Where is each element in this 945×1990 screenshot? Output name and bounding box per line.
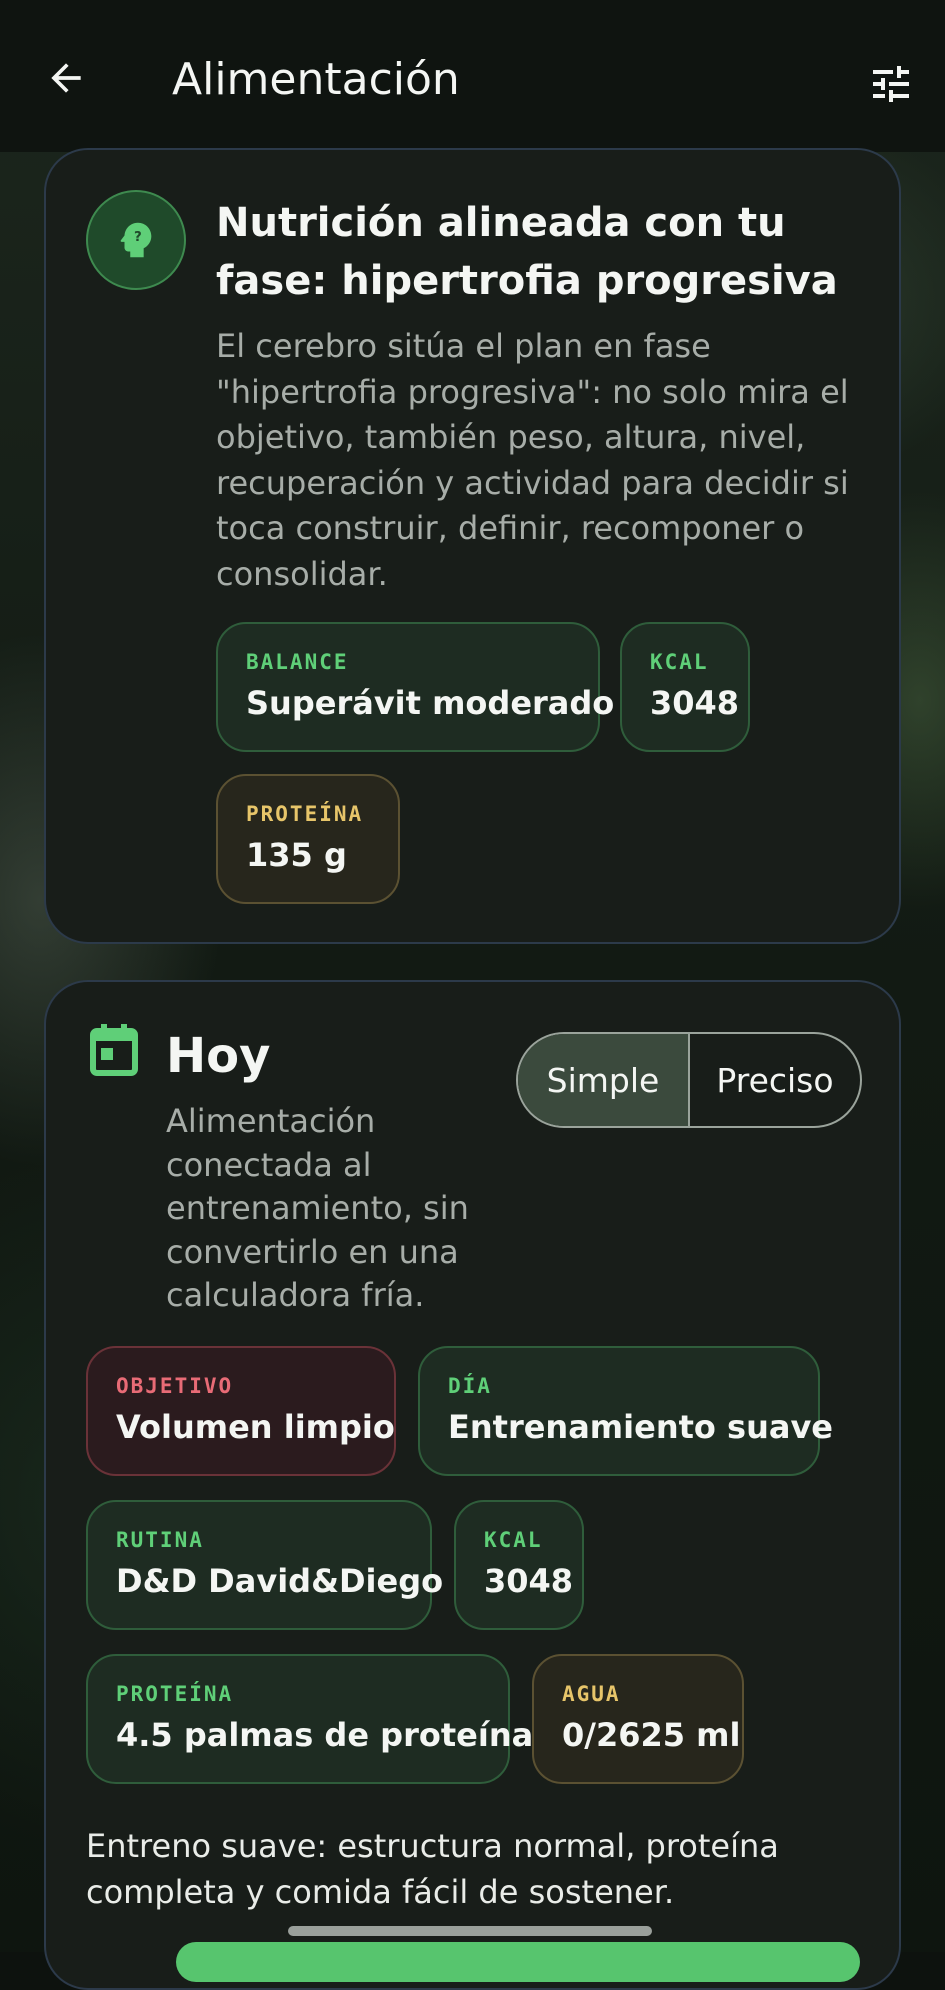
chip-label: DÍA	[448, 1374, 492, 1398]
protein-chip: PROTEÍNA 135 g	[216, 774, 400, 904]
chip-label: BALANCE	[246, 650, 349, 674]
chip-label: OBJETIVO	[116, 1374, 234, 1398]
chip-label: RUTINA	[116, 1528, 204, 1552]
water-chip[interactable]: AGUA 0/2625 ml	[532, 1654, 744, 1784]
mode-simple-option[interactable]: Simple	[518, 1034, 690, 1126]
primary-action-button[interactable]	[176, 1942, 860, 1982]
phase-title: Nutrición alineada con tu fase: hipertro…	[216, 200, 838, 304]
today-description: Alimentación conectada al entrenamiento,…	[166, 1102, 469, 1314]
chip-value: 3048	[484, 1562, 574, 1600]
mode-toggle: Simple Preciso	[516, 1032, 862, 1128]
back-button[interactable]	[38, 50, 94, 106]
chip-value: 3048	[650, 684, 740, 722]
chip-value: 0/2625 ml	[562, 1716, 741, 1754]
kcal-chip: KCAL 3048	[454, 1500, 584, 1630]
page-title: Alimentación	[172, 54, 460, 105]
chip-value: Superávit moderado	[246, 684, 615, 722]
phase-nutrition-card: ? Nutrición alineada con tu fase: hipert…	[44, 148, 901, 944]
phase-description: El cerebro sitúa el plan en fase "hipert…	[216, 327, 849, 593]
svg-text:?: ?	[134, 230, 142, 245]
chip-label: KCAL	[484, 1528, 543, 1552]
kcal-chip: KCAL 3048	[620, 622, 750, 752]
chip-value: D&D David&Diego	[116, 1562, 444, 1600]
calendar-icon	[90, 1024, 138, 1076]
mode-precise-option[interactable]: Preciso	[690, 1034, 860, 1126]
tune-sliders-icon	[873, 66, 909, 102]
home-indicator[interactable]	[288, 1926, 652, 1936]
day-chip: DÍA Entrenamiento suave	[418, 1346, 833, 1476]
chip-value: 135 g	[246, 836, 347, 874]
today-card: Hoy Alimentación conectada al entrenamie…	[44, 980, 901, 1990]
chip-value: Volumen limpio	[116, 1408, 395, 1446]
goal-chip: OBJETIVO Volumen limpio	[86, 1346, 396, 1476]
protein-chip: PROTEÍNA 4.5 palmas de proteína	[86, 1654, 534, 1784]
chip-value: 4.5 palmas de proteína	[116, 1716, 534, 1754]
balance-chip: BALANCE Superávit moderado	[216, 622, 615, 752]
chip-value: Entrenamiento suave	[448, 1408, 833, 1446]
filter-settings-button[interactable]	[863, 56, 919, 112]
top-app-bar: Alimentación	[0, 0, 945, 152]
chip-label: PROTEÍNA	[116, 1682, 234, 1706]
today-title: Hoy	[166, 1028, 271, 1084]
chip-label: PROTEÍNA	[246, 802, 364, 826]
arrow-left-icon	[51, 63, 81, 93]
chip-label: KCAL	[650, 650, 709, 674]
chip-label: AGUA	[562, 1682, 621, 1706]
brain-question-icon: ?	[86, 190, 186, 290]
routine-chip: RUTINA D&D David&Diego	[86, 1500, 444, 1630]
training-note: Entreno suave: estructura normal, proteí…	[86, 1827, 779, 1911]
